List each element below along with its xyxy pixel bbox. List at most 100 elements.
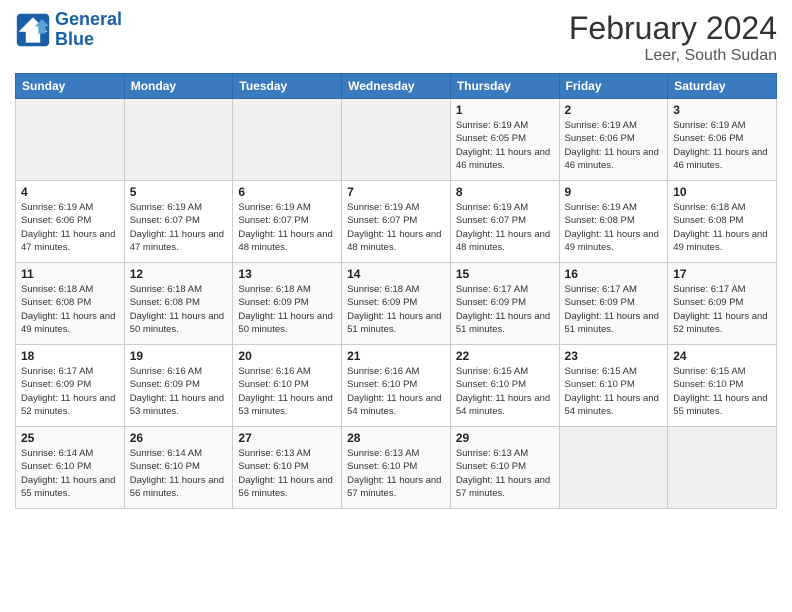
day-number: 29 [456, 431, 554, 445]
day-number: 10 [673, 185, 771, 199]
calendar-cell: 20 Sunrise: 6:16 AMSunset: 6:10 PMDayligh… [233, 345, 342, 427]
day-info: Sunrise: 6:15 AMSunset: 6:10 PMDaylight:… [565, 365, 663, 418]
day-info: Sunrise: 6:19 AMSunset: 6:05 PMDaylight:… [456, 119, 554, 172]
day-number: 20 [238, 349, 336, 363]
day-info: Sunrise: 6:16 AMSunset: 6:10 PMDaylight:… [238, 365, 336, 418]
day-info: Sunrise: 6:17 AMSunset: 6:09 PMDaylight:… [21, 365, 119, 418]
day-info: Sunrise: 6:19 AMSunset: 6:07 PMDaylight:… [238, 201, 336, 254]
day-number: 7 [347, 185, 445, 199]
header: General Blue February 2024 Leer, South S… [15, 10, 777, 65]
day-number: 4 [21, 185, 119, 199]
day-number: 26 [130, 431, 228, 445]
header-saturday: Saturday [668, 74, 777, 99]
day-number: 16 [565, 267, 663, 281]
day-info: Sunrise: 6:18 AMSunset: 6:09 PMDaylight:… [347, 283, 445, 336]
calendar-cell: 5 Sunrise: 6:19 AMSunset: 6:07 PMDaylight… [124, 181, 233, 263]
day-info: Sunrise: 6:18 AMSunset: 6:08 PMDaylight:… [21, 283, 119, 336]
calendar-cell [16, 99, 125, 181]
day-info: Sunrise: 6:19 AMSunset: 6:06 PMDaylight:… [673, 119, 771, 172]
calendar-cell: 11Sunrise: 6:18 AMSunset: 6:08 PMDayligh… [16, 263, 125, 345]
calendar-cell: 21Sunrise: 6:16 AMSunset: 6:10 PMDayligh… [342, 345, 451, 427]
calendar-cell: 28Sunrise: 6:13 AMSunset: 6:10 PMDayligh… [342, 427, 451, 509]
calendar-week-row-0: 1Sunrise: 6:19 AMSunset: 6:05 PMDaylight… [16, 99, 777, 181]
calendar-cell: 18 Sunrise: 6:17 AMSunset: 6:09 PMDayligh… [16, 345, 125, 427]
logo-icon [15, 12, 51, 48]
calendar-cell: 17 Sunrise: 6:17 AMSunset: 6:09 PMDayligh… [668, 263, 777, 345]
day-number: 27 [238, 431, 336, 445]
calendar-cell: 8Sunrise: 6:19 AMSunset: 6:07 PMDaylight… [450, 181, 559, 263]
logo-line1: General [55, 9, 122, 29]
calendar-cell: 14 Sunrise: 6:18 AMSunset: 6:09 PMDayligh… [342, 263, 451, 345]
day-number: 21 [347, 349, 445, 363]
day-info: Sunrise: 6:19 AMSunset: 6:07 PMDaylight:… [456, 201, 554, 254]
logo: General Blue [15, 10, 122, 50]
calendar-cell: 19 Sunrise: 6:16 AMSunset: 6:09 PMDayligh… [124, 345, 233, 427]
day-info: Sunrise: 6:18 AMSunset: 6:08 PMDaylight:… [130, 283, 228, 336]
calendar-cell: 27 Sunrise: 6:13 AMSunset: 6:10 PMDayligh… [233, 427, 342, 509]
calendar-cell: 13Sunrise: 6:18 AMSunset: 6:09 PMDayligh… [233, 263, 342, 345]
calendar-cell: 24Sunrise: 6:15 AMSunset: 6:10 PMDayligh… [668, 345, 777, 427]
calendar-cell [233, 99, 342, 181]
day-info: Sunrise: 6:19 AMSunset: 6:06 PMDaylight:… [21, 201, 119, 254]
day-number: 22 [456, 349, 554, 363]
calendar-cell: 23 Sunrise: 6:15 AMSunset: 6:10 PMDayligh… [559, 345, 668, 427]
day-number: 14 [347, 267, 445, 281]
day-info: Sunrise: 6:16 AMSunset: 6:09 PMDaylight:… [130, 365, 228, 418]
month-title: February 2024 [569, 10, 777, 47]
header-sunday: Sunday [16, 74, 125, 99]
location: Leer, South Sudan [569, 47, 777, 65]
calendar-week-row-1: 4 Sunrise: 6:19 AMSunset: 6:06 PMDaylight… [16, 181, 777, 263]
day-number: 19 [130, 349, 228, 363]
calendar-table: Sunday Monday Tuesday Wednesday Thursday… [15, 73, 777, 509]
header-friday: Friday [559, 74, 668, 99]
calendar-cell: 22 Sunrise: 6:15 AMSunset: 6:10 PMDayligh… [450, 345, 559, 427]
day-info: Sunrise: 6:14 AMSunset: 6:10 PMDaylight:… [21, 447, 119, 500]
day-number: 3 [673, 103, 771, 117]
day-number: 24 [673, 349, 771, 363]
day-info: Sunrise: 6:17 AMSunset: 6:09 PMDaylight:… [456, 283, 554, 336]
calendar-cell [559, 427, 668, 509]
calendar-week-row-3: 18 Sunrise: 6:17 AMSunset: 6:09 PMDayligh… [16, 345, 777, 427]
day-info: Sunrise: 6:19 AMSunset: 6:07 PMDaylight:… [347, 201, 445, 254]
day-info: Sunrise: 6:19 AMSunset: 6:07 PMDaylight:… [130, 201, 228, 254]
header-thursday: Thursday [450, 74, 559, 99]
day-info: Sunrise: 6:15 AMSunset: 6:10 PMDaylight:… [456, 365, 554, 418]
day-info: Sunrise: 6:18 AMSunset: 6:09 PMDaylight:… [238, 283, 336, 336]
calendar-week-row-2: 11Sunrise: 6:18 AMSunset: 6:08 PMDayligh… [16, 263, 777, 345]
day-number: 17 [673, 267, 771, 281]
header-wednesday: Wednesday [342, 74, 451, 99]
calendar-cell: 2Sunrise: 6:19 AMSunset: 6:06 PMDaylight… [559, 99, 668, 181]
calendar-cell: 1Sunrise: 6:19 AMSunset: 6:05 PMDaylight… [450, 99, 559, 181]
title-area: February 2024 Leer, South Sudan [569, 10, 777, 65]
day-info: Sunrise: 6:17 AMSunset: 6:09 PMDaylight:… [673, 283, 771, 336]
logo-text: General Blue [55, 10, 122, 50]
calendar-cell [124, 99, 233, 181]
day-number: 12 [130, 267, 228, 281]
header-monday: Monday [124, 74, 233, 99]
calendar-cell: 12 Sunrise: 6:18 AMSunset: 6:08 PMDayligh… [124, 263, 233, 345]
day-info: Sunrise: 6:17 AMSunset: 6:09 PMDaylight:… [565, 283, 663, 336]
header-tuesday: Tuesday [233, 74, 342, 99]
day-number: 15 [456, 267, 554, 281]
day-number: 2 [565, 103, 663, 117]
page: General Blue February 2024 Leer, South S… [0, 0, 792, 612]
day-number: 18 [21, 349, 119, 363]
day-number: 5 [130, 185, 228, 199]
logo-line2: Blue [55, 29, 94, 49]
weekday-header-row: Sunday Monday Tuesday Wednesday Thursday… [16, 74, 777, 99]
day-number: 9 [565, 185, 663, 199]
calendar-cell: 9Sunrise: 6:19 AMSunset: 6:08 PMDaylight… [559, 181, 668, 263]
day-number: 6 [238, 185, 336, 199]
calendar-cell: 25 Sunrise: 6:14 AMSunset: 6:10 PMDayligh… [16, 427, 125, 509]
day-number: 25 [21, 431, 119, 445]
day-number: 23 [565, 349, 663, 363]
day-info: Sunrise: 6:13 AMSunset: 6:10 PMDaylight:… [238, 447, 336, 500]
day-number: 28 [347, 431, 445, 445]
calendar-week-row-4: 25 Sunrise: 6:14 AMSunset: 6:10 PMDayligh… [16, 427, 777, 509]
calendar-cell: 7 Sunrise: 6:19 AMSunset: 6:07 PMDaylight… [342, 181, 451, 263]
calendar-cell: 16 Sunrise: 6:17 AMSunset: 6:09 PMDayligh… [559, 263, 668, 345]
calendar-cell: 26Sunrise: 6:14 AMSunset: 6:10 PMDayligh… [124, 427, 233, 509]
calendar-cell: 3 Sunrise: 6:19 AMSunset: 6:06 PMDaylight… [668, 99, 777, 181]
day-info: Sunrise: 6:18 AMSunset: 6:08 PMDaylight:… [673, 201, 771, 254]
calendar-cell: 29Sunrise: 6:13 AMSunset: 6:10 PMDayligh… [450, 427, 559, 509]
